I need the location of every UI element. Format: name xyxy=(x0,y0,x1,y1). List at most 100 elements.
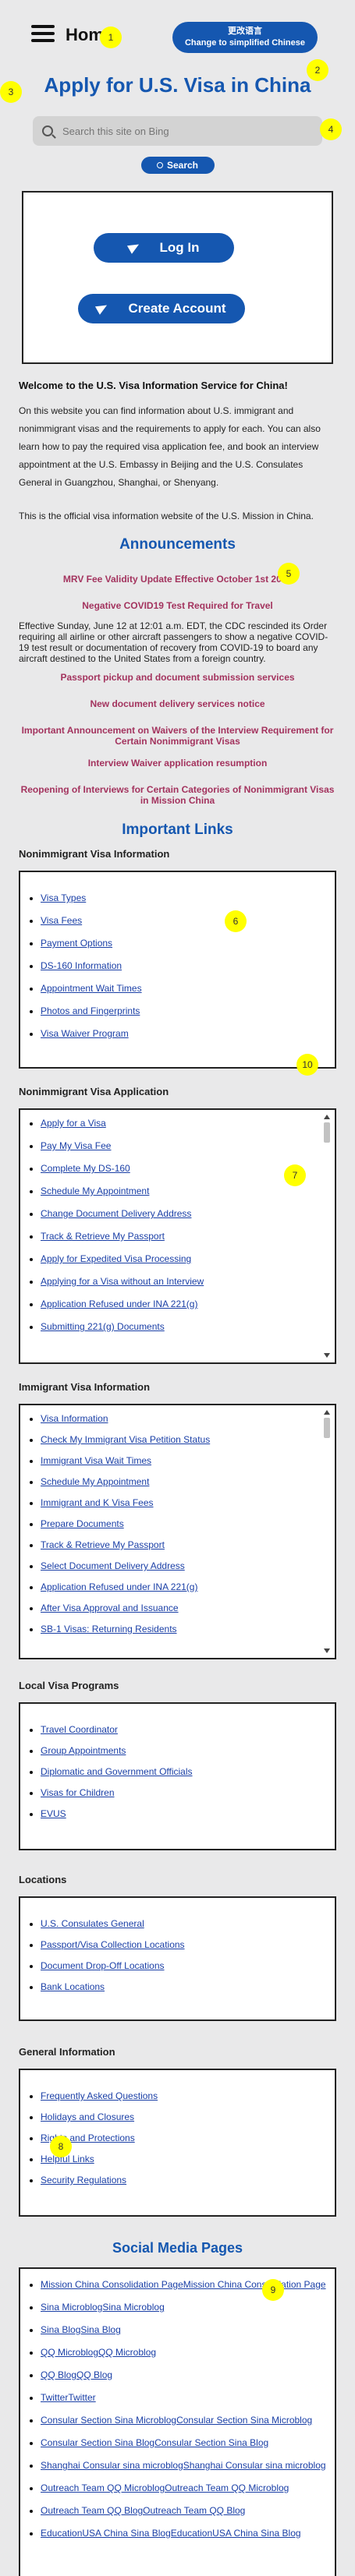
link[interactable]: Payment Options xyxy=(41,938,112,949)
nonimmigrant-info-heading: Nonimmigrant Visa Information xyxy=(19,848,170,860)
link[interactable]: Consular Section Sina MicroblogConsular … xyxy=(41,2415,312,2426)
link[interactable]: Check My Immigrant Visa Petition Status xyxy=(41,1434,210,1445)
scroll-up-icon[interactable] xyxy=(324,1115,330,1119)
link[interactable]: Visa Information xyxy=(41,1413,108,1424)
link[interactable]: U.S. Consulates General xyxy=(41,1918,144,1929)
page: { "header": { "home_label": "Home", "lan… xyxy=(0,0,355,2576)
announcement-link[interactable]: Interview Waiver application resumption xyxy=(19,758,336,769)
login-button[interactable]: Log In xyxy=(94,233,234,263)
link[interactable]: Track & Retrieve My Passport xyxy=(41,1231,165,1242)
list-item: Schedule My Appointment xyxy=(41,1476,335,1488)
link[interactable]: Diplomatic and Government Officials xyxy=(41,1766,193,1777)
list-item: Sina MicroblogSina Microblog xyxy=(41,2296,335,2319)
list-item: Apply for a Visa xyxy=(41,1118,335,1129)
annotation-badge: 6 xyxy=(225,910,247,932)
link[interactable]: DS-160 Information xyxy=(41,960,122,971)
link[interactable]: Consular Section Sina BlogConsular Secti… xyxy=(41,2437,268,2448)
link[interactable]: Travel Coordinator xyxy=(41,1724,118,1735)
list-item: Photos and Fingerprints xyxy=(41,1005,335,1017)
link[interactable]: Bank Locations xyxy=(41,1981,105,1992)
link[interactable]: Apply for a Visa xyxy=(41,1118,106,1129)
link[interactable]: Visas for Children xyxy=(41,1787,115,1798)
link[interactable]: Application Refused under INA 221(g) xyxy=(41,1581,197,1592)
link[interactable]: Visa Types xyxy=(41,892,86,903)
scrollbar[interactable] xyxy=(322,1115,332,1358)
social-media-list: Mission China Consolidation PageMission … xyxy=(19,2267,336,2576)
important-links-title: Important Links xyxy=(122,822,233,838)
link[interactable]: Visa Waiver Program xyxy=(41,1028,129,1039)
link[interactable]: Application Refused under INA 221(g) xyxy=(41,1299,197,1309)
annotation-badge: 1 xyxy=(100,27,122,48)
link[interactable]: Applying for a Visa without an Interview xyxy=(41,1276,204,1287)
link[interactable]: Sina BlogSina Blog xyxy=(41,2324,121,2335)
link[interactable]: Holidays and Closures xyxy=(41,2111,134,2122)
search-icon xyxy=(156,162,163,168)
link[interactable]: QQ BlogQQ Blog xyxy=(41,2369,112,2380)
scroll-down-icon[interactable] xyxy=(324,1648,330,1653)
link[interactable]: TwitterTwitter xyxy=(41,2392,96,2403)
announcement-link[interactable]: Important Announcement on Waivers of the… xyxy=(19,725,336,747)
link[interactable]: Appointment Wait Times xyxy=(41,983,142,994)
link[interactable]: Schedule My Appointment xyxy=(41,1186,149,1196)
scrollbar-thumb[interactable] xyxy=(324,1122,330,1143)
link[interactable]: Track & Retrieve My Passport xyxy=(41,1539,165,1550)
annotation-badge: 4 xyxy=(320,118,342,140)
announcement-link[interactable]: Negative COVID19 Test Required for Trave… xyxy=(19,600,336,611)
list-item: Security Regulations xyxy=(41,2175,335,2186)
link[interactable]: Passport/Visa Collection Locations xyxy=(41,1939,185,1950)
annotation-badge: 2 xyxy=(307,59,328,81)
link[interactable]: EVUS xyxy=(41,1808,66,1819)
link[interactable]: Outreach Team QQ MicroblogOutreach Team … xyxy=(41,2482,289,2493)
list-item: Diplomatic and Government Officials xyxy=(41,1766,335,1778)
paper-plane-icon xyxy=(126,239,141,254)
link[interactable]: Frequently Asked Questions xyxy=(41,2090,158,2101)
menu-icon[interactable] xyxy=(31,25,55,42)
link[interactable]: Submitting 221(g) Documents xyxy=(41,1321,165,1332)
scroll-up-icon[interactable] xyxy=(324,1410,330,1415)
announcement-link[interactable]: Reopening of Interviews for Certain Cate… xyxy=(19,784,336,806)
scrollbar-thumb[interactable] xyxy=(324,1418,330,1438)
announcement-link[interactable]: New document delivery services notice xyxy=(19,698,336,709)
nonimmigrant-app-list[interactable]: Apply for a Visa Pay My Visa Fee Complete … xyxy=(19,1108,336,1364)
link[interactable]: Change Document Delivery Address xyxy=(41,1208,191,1219)
link[interactable]: Complete My DS-160 xyxy=(41,1163,130,1174)
link[interactable]: Photos and Fingerprints xyxy=(41,1005,140,1016)
link[interactable]: Shanghai Consular sina microblogShanghai… xyxy=(41,2460,326,2471)
link[interactable]: Pay My Visa Fee xyxy=(41,1140,111,1151)
link[interactable]: EducationUSA China Sina BlogEducationUSA… xyxy=(41,2528,301,2539)
link[interactable]: Select Document Delivery Address xyxy=(41,1560,185,1571)
local-programs-heading: Local Visa Programs xyxy=(19,1680,119,1691)
scrollbar[interactable] xyxy=(322,1410,332,1653)
link[interactable]: Group Appointments xyxy=(41,1745,126,1756)
link[interactable]: Prepare Documents xyxy=(41,1518,124,1529)
list-item: Track & Retrieve My Passport xyxy=(41,1539,335,1551)
link[interactable]: SB-1 Visas: Returning Residents xyxy=(41,1624,177,1634)
search-button[interactable]: Search xyxy=(140,157,215,174)
change-language-button[interactable]: 更改语言 Change to simplified Chinese xyxy=(172,22,318,53)
link[interactable]: Sina MicroblogSina Microblog xyxy=(41,2302,165,2313)
link[interactable]: Outreach Team QQ BlogOutreach Team QQ Bl… xyxy=(41,2505,245,2516)
link[interactable]: Security Regulations xyxy=(41,2175,126,2186)
link[interactable]: Apply for Expedited Visa Processing xyxy=(41,1253,191,1264)
list-item: Rights and Protections xyxy=(41,2133,335,2144)
list-item: Shanghai Consular sina microblogShanghai… xyxy=(41,2454,335,2477)
link[interactable]: Visa Fees xyxy=(41,915,82,926)
search-input[interactable] xyxy=(62,125,313,137)
link[interactable]: QQ MicroblogQQ Microblog xyxy=(41,2347,156,2358)
general-info-heading: General Information xyxy=(19,2046,115,2058)
link[interactable]: Document Drop-Off Locations xyxy=(41,1960,165,1971)
immigrant-info-list[interactable]: Visa Information Check My Immigrant Visa … xyxy=(19,1404,336,1659)
scroll-down-icon[interactable] xyxy=(324,1353,330,1358)
list-item: Immigrant and K Visa Fees xyxy=(41,1497,335,1509)
welcome-paragraph: On this website you can find information… xyxy=(19,405,321,488)
link[interactable]: After Visa Approval and Issuance xyxy=(41,1602,179,1613)
link[interactable]: Immigrant and K Visa Fees xyxy=(41,1497,154,1508)
list-item: Change Document Delivery Address xyxy=(41,1208,335,1220)
create-account-button[interactable]: Create Account xyxy=(78,294,245,323)
link[interactable]: Schedule My Appointment xyxy=(41,1476,149,1487)
list-item: SB-1 Visas: Returning Residents xyxy=(41,1624,335,1635)
link[interactable]: Immigrant Visa Wait Times xyxy=(41,1455,151,1466)
announcement-link[interactable]: Passport pickup and document submission … xyxy=(19,672,336,683)
list-item: Apply for Expedited Visa Processing xyxy=(41,1253,335,1265)
locations-heading: Locations xyxy=(19,1874,67,1885)
